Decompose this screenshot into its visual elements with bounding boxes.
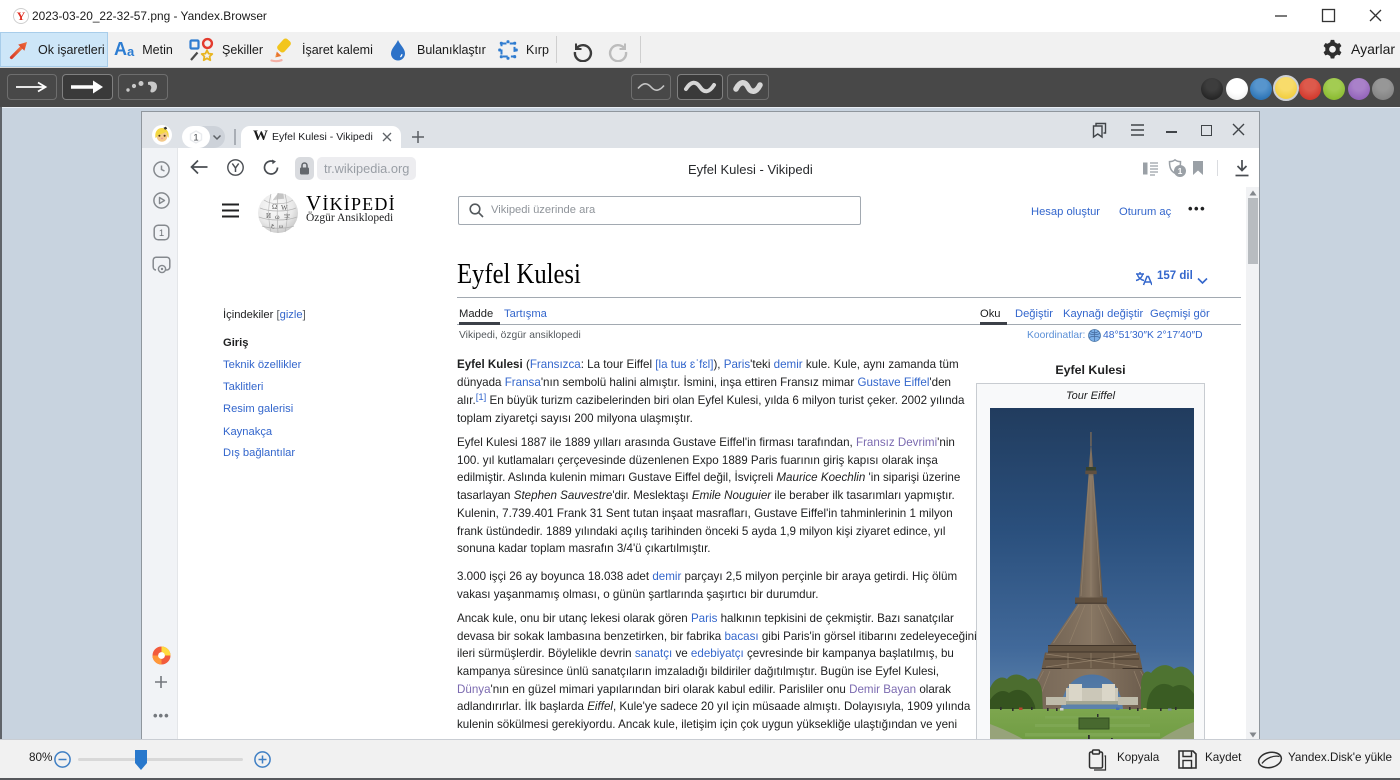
svg-text:ω: ω <box>275 213 280 221</box>
svg-text:字: 字 <box>284 213 290 221</box>
svg-text:И: И <box>266 212 271 220</box>
svg-text:Ω: Ω <box>272 203 277 211</box>
svg-text:1: 1 <box>1178 166 1183 176</box>
svg-text:ع: ع <box>271 223 275 229</box>
svg-text:1: 1 <box>193 132 198 143</box>
svg-text:ω: ω <box>279 224 283 230</box>
svg-text:1: 1 <box>159 228 164 239</box>
svg-text:W: W <box>281 204 288 212</box>
svg-text:Y: Y <box>17 9 26 23</box>
